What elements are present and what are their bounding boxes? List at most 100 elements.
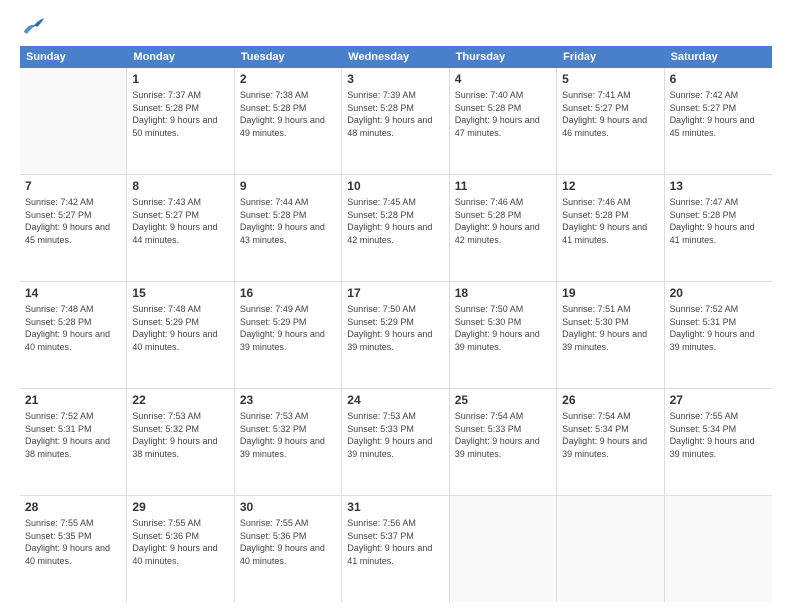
calendar-cell-0-5: 5 Sunrise: 7:41 AMSunset: 5:27 PMDaylight…	[557, 68, 664, 174]
day-info: Sunrise: 7:48 AMSunset: 5:28 PMDaylight:…	[25, 303, 121, 353]
day-info: Sunrise: 7:55 AMSunset: 5:36 PMDaylight:…	[132, 517, 228, 567]
logo	[20, 16, 46, 36]
day-number: 10	[347, 179, 443, 193]
day-number: 3	[347, 72, 443, 86]
calendar-cell-3-2: 23 Sunrise: 7:53 AMSunset: 5:32 PMDayligh…	[235, 389, 342, 495]
calendar: SundayMondayTuesdayWednesdayThursdayFrid…	[20, 46, 772, 602]
day-info: Sunrise: 7:41 AMSunset: 5:27 PMDaylight:…	[562, 89, 658, 139]
day-info: Sunrise: 7:46 AMSunset: 5:28 PMDaylight:…	[562, 196, 658, 246]
day-info: Sunrise: 7:38 AMSunset: 5:28 PMDaylight:…	[240, 89, 336, 139]
day-number: 28	[25, 500, 121, 514]
calendar-cell-1-3: 10 Sunrise: 7:45 AMSunset: 5:28 PMDayligh…	[342, 175, 449, 281]
calendar-cell-1-1: 8Sunrise: 7:43 AMSunset: 5:27 PMDaylight…	[127, 175, 234, 281]
day-info: Sunrise: 7:42 AMSunset: 5:27 PMDaylight:…	[25, 196, 121, 246]
day-number: 11	[455, 179, 551, 193]
calendar-row-2: 14 Sunrise: 7:48 AMSunset: 5:28 PMDayligh…	[20, 282, 772, 389]
day-number: 22	[132, 393, 228, 407]
logo-bird-icon	[22, 16, 46, 36]
weekday-header-wednesday: Wednesday	[342, 46, 449, 68]
calendar-cell-3-0: 21Sunrise: 7:52 AMSunset: 5:31 PMDayligh…	[20, 389, 127, 495]
day-number: 24	[347, 393, 443, 407]
day-number: 23	[240, 393, 336, 407]
day-info: Sunrise: 7:55 AMSunset: 5:36 PMDaylight:…	[240, 517, 336, 567]
day-info: Sunrise: 7:49 AMSunset: 5:29 PMDaylight:…	[240, 303, 336, 353]
day-number: 30	[240, 500, 336, 514]
day-info: Sunrise: 7:42 AMSunset: 5:27 PMDaylight:…	[670, 89, 767, 139]
day-number: 12	[562, 179, 658, 193]
calendar-cell-1-6: 13 Sunrise: 7:47 AMSunset: 5:28 PMDayligh…	[665, 175, 772, 281]
day-number: 2	[240, 72, 336, 86]
day-number: 7	[25, 179, 121, 193]
calendar-cell-4-1: 29 Sunrise: 7:55 AMSunset: 5:36 PMDayligh…	[127, 496, 234, 602]
page: SundayMondayTuesdayWednesdayThursdayFrid…	[0, 0, 792, 612]
calendar-cell-0-6: 6 Sunrise: 7:42 AMSunset: 5:27 PMDaylight…	[665, 68, 772, 174]
day-number: 6	[670, 72, 767, 86]
day-info: Sunrise: 7:45 AMSunset: 5:28 PMDaylight:…	[347, 196, 443, 246]
calendar-cell-1-5: 12 Sunrise: 7:46 AMSunset: 5:28 PMDayligh…	[557, 175, 664, 281]
calendar-cell-3-6: 27 Sunrise: 7:55 AMSunset: 5:34 PMDayligh…	[665, 389, 772, 495]
calendar-cell-0-1: 1Sunrise: 7:37 AMSunset: 5:28 PMDaylight…	[127, 68, 234, 174]
day-info: Sunrise: 7:39 AMSunset: 5:28 PMDaylight:…	[347, 89, 443, 139]
day-number: 18	[455, 286, 551, 300]
day-number: 16	[240, 286, 336, 300]
calendar-cell-2-1: 15Sunrise: 7:48 AMSunset: 5:29 PMDayligh…	[127, 282, 234, 388]
calendar-cell-0-2: 2 Sunrise: 7:38 AMSunset: 5:28 PMDaylight…	[235, 68, 342, 174]
calendar-cell-0-0	[20, 68, 127, 174]
day-number: 4	[455, 72, 551, 86]
day-info: Sunrise: 7:50 AMSunset: 5:29 PMDaylight:…	[347, 303, 443, 353]
calendar-cell-3-5: 26 Sunrise: 7:54 AMSunset: 5:34 PMDayligh…	[557, 389, 664, 495]
calendar-cell-4-0: 28Sunrise: 7:55 AMSunset: 5:35 PMDayligh…	[20, 496, 127, 602]
calendar-row-3: 21Sunrise: 7:52 AMSunset: 5:31 PMDayligh…	[20, 389, 772, 496]
day-info: Sunrise: 7:50 AMSunset: 5:30 PMDaylight:…	[455, 303, 551, 353]
calendar-cell-0-4: 4 Sunrise: 7:40 AMSunset: 5:28 PMDaylight…	[450, 68, 557, 174]
day-number: 20	[670, 286, 767, 300]
day-number: 1	[132, 72, 228, 86]
calendar-cell-1-2: 9 Sunrise: 7:44 AMSunset: 5:28 PMDaylight…	[235, 175, 342, 281]
calendar-cell-0-3: 3 Sunrise: 7:39 AMSunset: 5:28 PMDaylight…	[342, 68, 449, 174]
calendar-cell-4-2: 30 Sunrise: 7:55 AMSunset: 5:36 PMDayligh…	[235, 496, 342, 602]
day-info: Sunrise: 7:55 AMSunset: 5:34 PMDaylight:…	[670, 410, 767, 460]
day-number: 21	[25, 393, 121, 407]
weekday-header-monday: Monday	[127, 46, 234, 68]
day-info: Sunrise: 7:52 AMSunset: 5:31 PMDaylight:…	[670, 303, 767, 353]
day-number: 31	[347, 500, 443, 514]
header	[20, 16, 772, 36]
day-number: 26	[562, 393, 658, 407]
day-number: 17	[347, 286, 443, 300]
calendar-cell-2-0: 14 Sunrise: 7:48 AMSunset: 5:28 PMDayligh…	[20, 282, 127, 388]
day-info: Sunrise: 7:40 AMSunset: 5:28 PMDaylight:…	[455, 89, 551, 139]
day-info: Sunrise: 7:53 AMSunset: 5:32 PMDaylight:…	[132, 410, 228, 460]
day-info: Sunrise: 7:51 AMSunset: 5:30 PMDaylight:…	[562, 303, 658, 353]
day-info: Sunrise: 7:47 AMSunset: 5:28 PMDaylight:…	[670, 196, 767, 246]
weekday-header-thursday: Thursday	[450, 46, 557, 68]
day-info: Sunrise: 7:54 AMSunset: 5:34 PMDaylight:…	[562, 410, 658, 460]
day-number: 5	[562, 72, 658, 86]
weekday-header-friday: Friday	[557, 46, 664, 68]
day-number: 29	[132, 500, 228, 514]
weekday-header-sunday: Sunday	[20, 46, 127, 68]
calendar-cell-4-5	[557, 496, 664, 602]
weekday-header-tuesday: Tuesday	[235, 46, 342, 68]
day-info: Sunrise: 7:56 AMSunset: 5:37 PMDaylight:…	[347, 517, 443, 567]
calendar-cell-2-3: 17 Sunrise: 7:50 AMSunset: 5:29 PMDayligh…	[342, 282, 449, 388]
calendar-cell-2-5: 19 Sunrise: 7:51 AMSunset: 5:30 PMDayligh…	[557, 282, 664, 388]
day-number: 19	[562, 286, 658, 300]
calendar-cell-1-4: 11 Sunrise: 7:46 AMSunset: 5:28 PMDayligh…	[450, 175, 557, 281]
calendar-cell-4-4	[450, 496, 557, 602]
weekday-header-saturday: Saturday	[665, 46, 772, 68]
day-number: 9	[240, 179, 336, 193]
day-number: 13	[670, 179, 767, 193]
day-number: 8	[132, 179, 228, 193]
day-info: Sunrise: 7:46 AMSunset: 5:28 PMDaylight:…	[455, 196, 551, 246]
calendar-cell-2-2: 16 Sunrise: 7:49 AMSunset: 5:29 PMDayligh…	[235, 282, 342, 388]
day-info: Sunrise: 7:44 AMSunset: 5:28 PMDaylight:…	[240, 196, 336, 246]
calendar-cell-4-6	[665, 496, 772, 602]
calendar-body: 1Sunrise: 7:37 AMSunset: 5:28 PMDaylight…	[20, 68, 772, 602]
calendar-cell-2-6: 20 Sunrise: 7:52 AMSunset: 5:31 PMDayligh…	[665, 282, 772, 388]
calendar-cell-4-3: 31 Sunrise: 7:56 AMSunset: 5:37 PMDayligh…	[342, 496, 449, 602]
day-number: 14	[25, 286, 121, 300]
day-info: Sunrise: 7:53 AMSunset: 5:33 PMDaylight:…	[347, 410, 443, 460]
day-number: 27	[670, 393, 767, 407]
calendar-cell-3-1: 22 Sunrise: 7:53 AMSunset: 5:32 PMDayligh…	[127, 389, 234, 495]
day-info: Sunrise: 7:53 AMSunset: 5:32 PMDaylight:…	[240, 410, 336, 460]
